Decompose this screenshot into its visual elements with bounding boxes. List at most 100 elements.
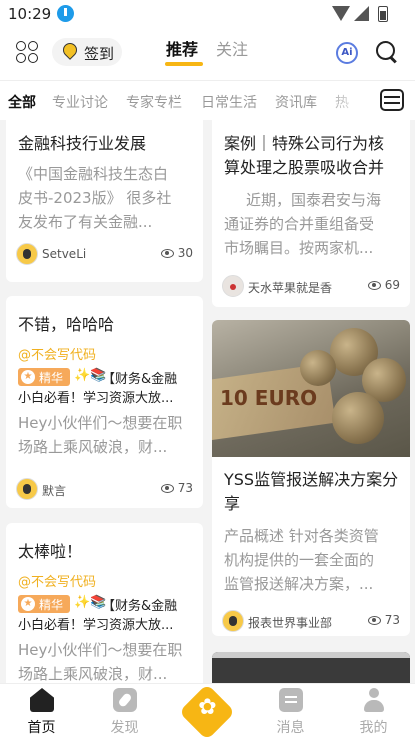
star-icon: ★ xyxy=(21,597,35,611)
author-avatar[interactable] xyxy=(222,275,244,297)
post-card[interactable]: 不错，哈哈哈 @不会写代码 ★ 精华 ✨📚 【财务&金融 小白必看！学习资源大放… xyxy=(6,296,203,508)
post-title: 金融科技行业发展 xyxy=(18,134,147,153)
nav-home-label: 首页 xyxy=(27,720,56,736)
tab-recommended[interactable]: 推荐 xyxy=(166,36,198,60)
post-body-line: 通证券的合并重组备受 xyxy=(224,215,375,233)
post-body-line: 市场瞩目。按两家机... xyxy=(224,239,374,257)
status-bar: 10:29 xyxy=(0,0,415,28)
author-name[interactable]: SetveLi xyxy=(42,247,86,261)
wifi-icon xyxy=(332,6,350,21)
star-icon: ★ xyxy=(21,370,35,384)
nav-profile-label: 我的 xyxy=(359,720,388,736)
post-body-line: Hey小伙伴们～想要在职 xyxy=(18,414,183,432)
category-expert-column[interactable]: 专家专栏 xyxy=(126,92,182,112)
author-name[interactable]: 默言 xyxy=(42,482,66,499)
signal-icon xyxy=(354,6,369,21)
category-daily-life[interactable]: 日常生活 xyxy=(201,92,257,112)
download-icon xyxy=(57,5,74,22)
nav-profile[interactable]: 我的 xyxy=(332,684,415,738)
view-count: 73 xyxy=(160,481,193,495)
post-body-line: 场路上乘风破浪，财... xyxy=(18,665,168,683)
view-count-value: 73 xyxy=(384,613,400,627)
post-body-line: 场路上乘风破浪，财... xyxy=(18,438,168,456)
status-time: 10:29 xyxy=(8,5,52,23)
location-pin-icon xyxy=(61,43,77,61)
category-all[interactable]: 全部 xyxy=(8,92,36,112)
category-news[interactable]: 资讯库 xyxy=(275,92,317,112)
post-image xyxy=(212,652,410,658)
post-body-line: Hey小伙伴们～想要在职 xyxy=(18,641,183,659)
quote-text: 【财务&金融 xyxy=(102,372,178,387)
quote-text: 小白必看！学习资源大放... xyxy=(18,618,174,633)
featured-badge: ★ 精华 xyxy=(18,368,70,386)
view-count-value: 69 xyxy=(384,278,400,292)
author-avatar[interactable] xyxy=(16,478,38,500)
nav-home[interactable]: 首页 xyxy=(0,684,83,738)
signin-button[interactable]: 签到 xyxy=(52,38,122,66)
nav-messages-label: 消息 xyxy=(276,720,305,736)
category-menu-icon[interactable] xyxy=(380,89,404,111)
post-card[interactable]: 10 EURO YSS监管报送解决方案分 享 产品概述 针对各类资管 机构提供的… xyxy=(212,320,410,636)
view-count: 73 xyxy=(367,613,400,627)
nav-discover[interactable]: 发现 xyxy=(83,684,166,738)
status-icons xyxy=(332,6,407,22)
post-card[interactable]: 太棒啦！ @不会写代码 ★ 精华 ✨📚 【财务&金融 小白必看！学习资源大放..… xyxy=(6,523,203,683)
home-icon xyxy=(30,688,54,712)
post-mention[interactable]: @不会写代码 xyxy=(18,571,96,590)
post-body-line: 机构提供的一套全面的 xyxy=(224,551,375,569)
post-title: YSS监管报送解决方案分 xyxy=(224,470,399,489)
view-count-value: 73 xyxy=(177,481,193,495)
post-body-line: 友发布了有关金融... xyxy=(18,213,153,231)
nav-discover-label: 发现 xyxy=(110,720,139,736)
view-count: 69 xyxy=(367,278,400,292)
featured-badge-label: 精华 xyxy=(39,371,64,385)
compass-icon xyxy=(113,688,137,712)
coin-shape xyxy=(332,392,384,444)
tab-active-indicator xyxy=(165,62,203,66)
post-body-line: 产品概述 针对各类资管 xyxy=(224,527,379,545)
post-mention[interactable]: @不会写代码 xyxy=(18,344,96,363)
post-title: 算处理之股票吸收合并 xyxy=(224,158,385,177)
message-icon xyxy=(279,688,303,712)
view-count: 30 xyxy=(160,246,193,260)
post-card[interactable] xyxy=(212,652,410,683)
post-title: 案例｜特殊公司行为核 xyxy=(224,134,385,153)
post-body-line: 监管报送解决方案，... xyxy=(224,575,374,593)
quote-text: 【财务&金融 xyxy=(102,599,178,614)
author-name[interactable]: 报表世界事业部 xyxy=(248,614,332,631)
publish-button[interactable] xyxy=(178,683,236,738)
eye-icon xyxy=(367,281,381,290)
coin-shape xyxy=(300,350,336,386)
post-body-line: 皮书-2023版》 很多社 xyxy=(18,189,172,207)
category-discussion[interactable]: 专业讨论 xyxy=(52,92,108,112)
signin-label: 签到 xyxy=(84,45,115,63)
bottom-nav: 首页 发现 消息 我的 xyxy=(0,683,415,738)
eye-icon xyxy=(160,249,174,258)
category-bar: 全部 专业讨论 专家专栏 日常生活 资讯库 热 xyxy=(0,80,415,121)
post-card[interactable]: 金融科技行业发展 《中国金融科技生态白 皮书-2023版》 很多社 友发布了有关… xyxy=(6,120,203,282)
featured-badge: ★ 精华 xyxy=(18,595,70,613)
post-title: 不错，哈哈哈 xyxy=(18,315,115,334)
author-avatar[interactable] xyxy=(16,243,38,265)
top-header: 签到 推荐 关注 Ai xyxy=(0,28,415,80)
author-name[interactable]: 天水苹果就是香 xyxy=(248,279,332,296)
category-fade xyxy=(320,81,370,121)
banknote-text: 10 EURO xyxy=(220,386,318,410)
post-title: 太棒啦！ xyxy=(18,542,83,561)
search-icon[interactable] xyxy=(376,41,398,63)
quote-text: 小白必看！学习资源大放... xyxy=(18,391,174,406)
post-body-line: 《中国金融科技生态白 xyxy=(18,165,169,183)
post-title: 享 xyxy=(224,494,241,513)
view-count-value: 30 xyxy=(177,246,193,260)
eye-icon xyxy=(160,484,174,493)
author-avatar[interactable] xyxy=(222,610,244,632)
eye-icon xyxy=(367,616,381,625)
nav-messages[interactable]: 消息 xyxy=(249,684,332,738)
apps-grid-icon[interactable] xyxy=(16,41,40,65)
content-feed[interactable]: 金融科技行业发展 《中国金融科技生态白 皮书-2023版》 很多社 友发布了有关… xyxy=(0,120,415,683)
tab-following[interactable]: 关注 xyxy=(216,36,248,60)
post-body-line: 近期，国泰君安与海 xyxy=(246,191,382,209)
post-card[interactable]: 案例｜特殊公司行为核 算处理之股票吸收合并 近期，国泰君安与海 通证券的合并重组… xyxy=(212,120,410,307)
ai-assistant-icon[interactable]: Ai xyxy=(336,42,358,64)
post-image[interactable]: 10 EURO xyxy=(212,320,410,457)
